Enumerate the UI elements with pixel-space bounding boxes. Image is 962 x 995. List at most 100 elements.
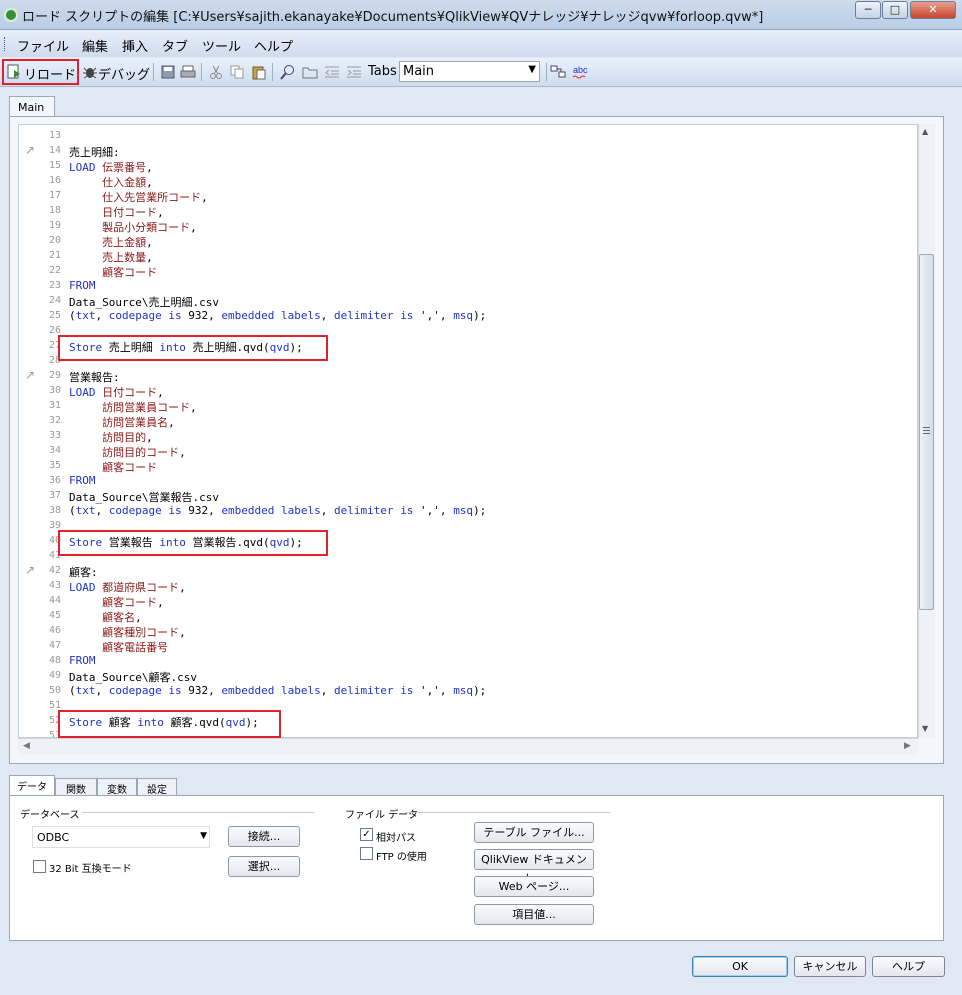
code-token: 仕入先営業所コード bbox=[102, 191, 202, 204]
minimize-button[interactable]: ─ bbox=[855, 1, 881, 19]
highlight-store-report bbox=[58, 530, 328, 556]
code-line: LOAD 日付コード, bbox=[69, 384, 164, 400]
code-token: 932, bbox=[181, 504, 222, 517]
scroll-down-icon[interactable]: ▼ bbox=[922, 724, 928, 733]
print-icon[interactable] bbox=[180, 64, 196, 80]
connect-button[interactable]: 接続... bbox=[228, 826, 300, 847]
code-line: 仕入金額, bbox=[69, 174, 153, 190]
code-token: delimiter bbox=[333, 309, 394, 322]
compat-mode-checkbox[interactable] bbox=[33, 860, 46, 873]
code-token: 売上金額 bbox=[102, 236, 147, 249]
close-button[interactable]: ✕ bbox=[910, 1, 956, 19]
vertical-scroll-thumb[interactable] bbox=[919, 254, 934, 610]
line-number: 35 bbox=[48, 460, 61, 471]
find-icon[interactable] bbox=[280, 64, 296, 80]
tab-data[interactable]: データ bbox=[9, 775, 55, 796]
code-token: , bbox=[95, 684, 109, 697]
code-token: codepage bbox=[108, 309, 162, 322]
scroll-left-icon[interactable]: ◀ bbox=[23, 741, 30, 751]
folder-icon[interactable] bbox=[302, 64, 318, 80]
debug-bug-icon bbox=[83, 67, 97, 79]
tab-functions[interactable]: 関数 bbox=[55, 778, 97, 796]
menu-tab[interactable]: タブ bbox=[162, 36, 188, 55]
code-line: 訪問目的, bbox=[69, 429, 153, 445]
code-token: ',', bbox=[413, 684, 454, 697]
field-values-button[interactable]: 項目値... bbox=[474, 904, 594, 925]
cut-icon[interactable] bbox=[208, 64, 224, 80]
code-token: , bbox=[179, 581, 186, 594]
tab-settings[interactable]: 設定 bbox=[137, 778, 177, 796]
code-token: , bbox=[157, 206, 164, 219]
table-files-button[interactable]: テーブル ファイル... bbox=[474, 822, 594, 843]
line-number: 30 bbox=[48, 385, 61, 396]
save-icon[interactable] bbox=[160, 64, 176, 80]
compat-mode-label: 32 Bit 互換モード bbox=[49, 864, 132, 875]
menu-edit[interactable]: 編集 bbox=[82, 36, 108, 55]
menu-help[interactable]: ヘルプ bbox=[254, 36, 293, 55]
code-token: 顧客コード bbox=[102, 461, 158, 474]
line-number: 23 bbox=[48, 280, 61, 291]
copy-icon[interactable] bbox=[229, 64, 245, 80]
window-title: ロード スクリプトの編集 [C:¥Users¥sajith.ekanayake¥… bbox=[22, 10, 764, 25]
web-page-button[interactable]: Web ページ... bbox=[474, 876, 594, 897]
line-number: 24 bbox=[48, 295, 61, 306]
maximize-button[interactable]: □ bbox=[882, 1, 908, 19]
tab-variables[interactable]: 変数 bbox=[97, 778, 137, 796]
table-structure-icon[interactable] bbox=[550, 64, 566, 80]
menu-tools[interactable]: ツール bbox=[202, 36, 241, 55]
scroll-up-icon[interactable]: ▲ bbox=[922, 127, 928, 136]
select-button[interactable]: 選択... bbox=[228, 856, 300, 877]
code-token: , bbox=[157, 596, 164, 609]
line-number: 41 bbox=[48, 550, 61, 561]
ok-button[interactable]: OK bbox=[692, 956, 788, 977]
line-number: 19 bbox=[48, 220, 61, 231]
tab-main[interactable]: Main bbox=[9, 96, 55, 118]
line-number: 29 bbox=[48, 370, 61, 381]
qlikview-document-button[interactable]: QlikView ドキュメント... bbox=[474, 849, 594, 885]
toolbar-separator bbox=[153, 63, 154, 81]
code-line: Data_Source\営業報告.csv bbox=[69, 489, 219, 505]
menu-insert[interactable]: 挿入 bbox=[122, 36, 148, 55]
help-button[interactable]: ヘルプ bbox=[872, 956, 945, 977]
code-token: 訪問目的 bbox=[102, 431, 147, 444]
menu-file[interactable]: ファイル bbox=[17, 36, 69, 55]
code-line: 仕入先営業所コード, bbox=[69, 189, 208, 205]
indent-icon[interactable] bbox=[346, 64, 362, 80]
horizontal-scrollbar[interactable]: ◀ ▶ bbox=[18, 738, 918, 755]
database-dropdown[interactable]: ODBC ▼ bbox=[32, 826, 210, 848]
line-number: 46 bbox=[48, 625, 61, 636]
code-token: 伝票番号 bbox=[102, 161, 147, 174]
line-number: 14 bbox=[48, 145, 61, 156]
debug-button[interactable]: デバッグ bbox=[98, 64, 150, 83]
relative-path-checkbox[interactable]: ✓ bbox=[360, 828, 373, 841]
scroll-right-icon[interactable]: ▶ bbox=[904, 741, 911, 751]
line-number: 25 bbox=[48, 310, 61, 321]
code-token: is bbox=[168, 309, 182, 322]
tabs-dropdown[interactable]: Main ▼ bbox=[399, 61, 540, 82]
code-token: , bbox=[190, 401, 197, 414]
code-token: codepage bbox=[108, 504, 162, 517]
code-token: , bbox=[95, 504, 109, 517]
line-number: 27 bbox=[48, 340, 61, 351]
script-editor[interactable]: 13 ↗ 14 売上明細: 15 LOAD 伝票番号, 16 仕入金額, 17 仕入先営業所コ… bbox=[18, 124, 918, 738]
cancel-button[interactable]: キャンセル bbox=[794, 956, 866, 977]
line-number: 21 bbox=[48, 250, 61, 261]
line-number: 33 bbox=[48, 430, 61, 441]
code-token: txt bbox=[75, 684, 96, 697]
code-line: 顧客コード, bbox=[69, 594, 164, 610]
code-token: Data_Source\顧客.csv bbox=[69, 671, 197, 684]
use-ftp-checkbox[interactable] bbox=[360, 847, 373, 860]
code-token: Data_Source\営業報告.csv bbox=[69, 491, 219, 504]
code-token: ( bbox=[69, 504, 76, 517]
code-line: 顧客電話番号 bbox=[69, 639, 168, 655]
syntax-check-icon[interactable]: abc bbox=[572, 64, 588, 80]
paste-icon[interactable] bbox=[251, 64, 267, 80]
code-line: LOAD 都道府県コード, bbox=[69, 579, 186, 595]
outdent-icon[interactable] bbox=[324, 64, 340, 80]
tabs-label: Tabs bbox=[368, 64, 397, 79]
